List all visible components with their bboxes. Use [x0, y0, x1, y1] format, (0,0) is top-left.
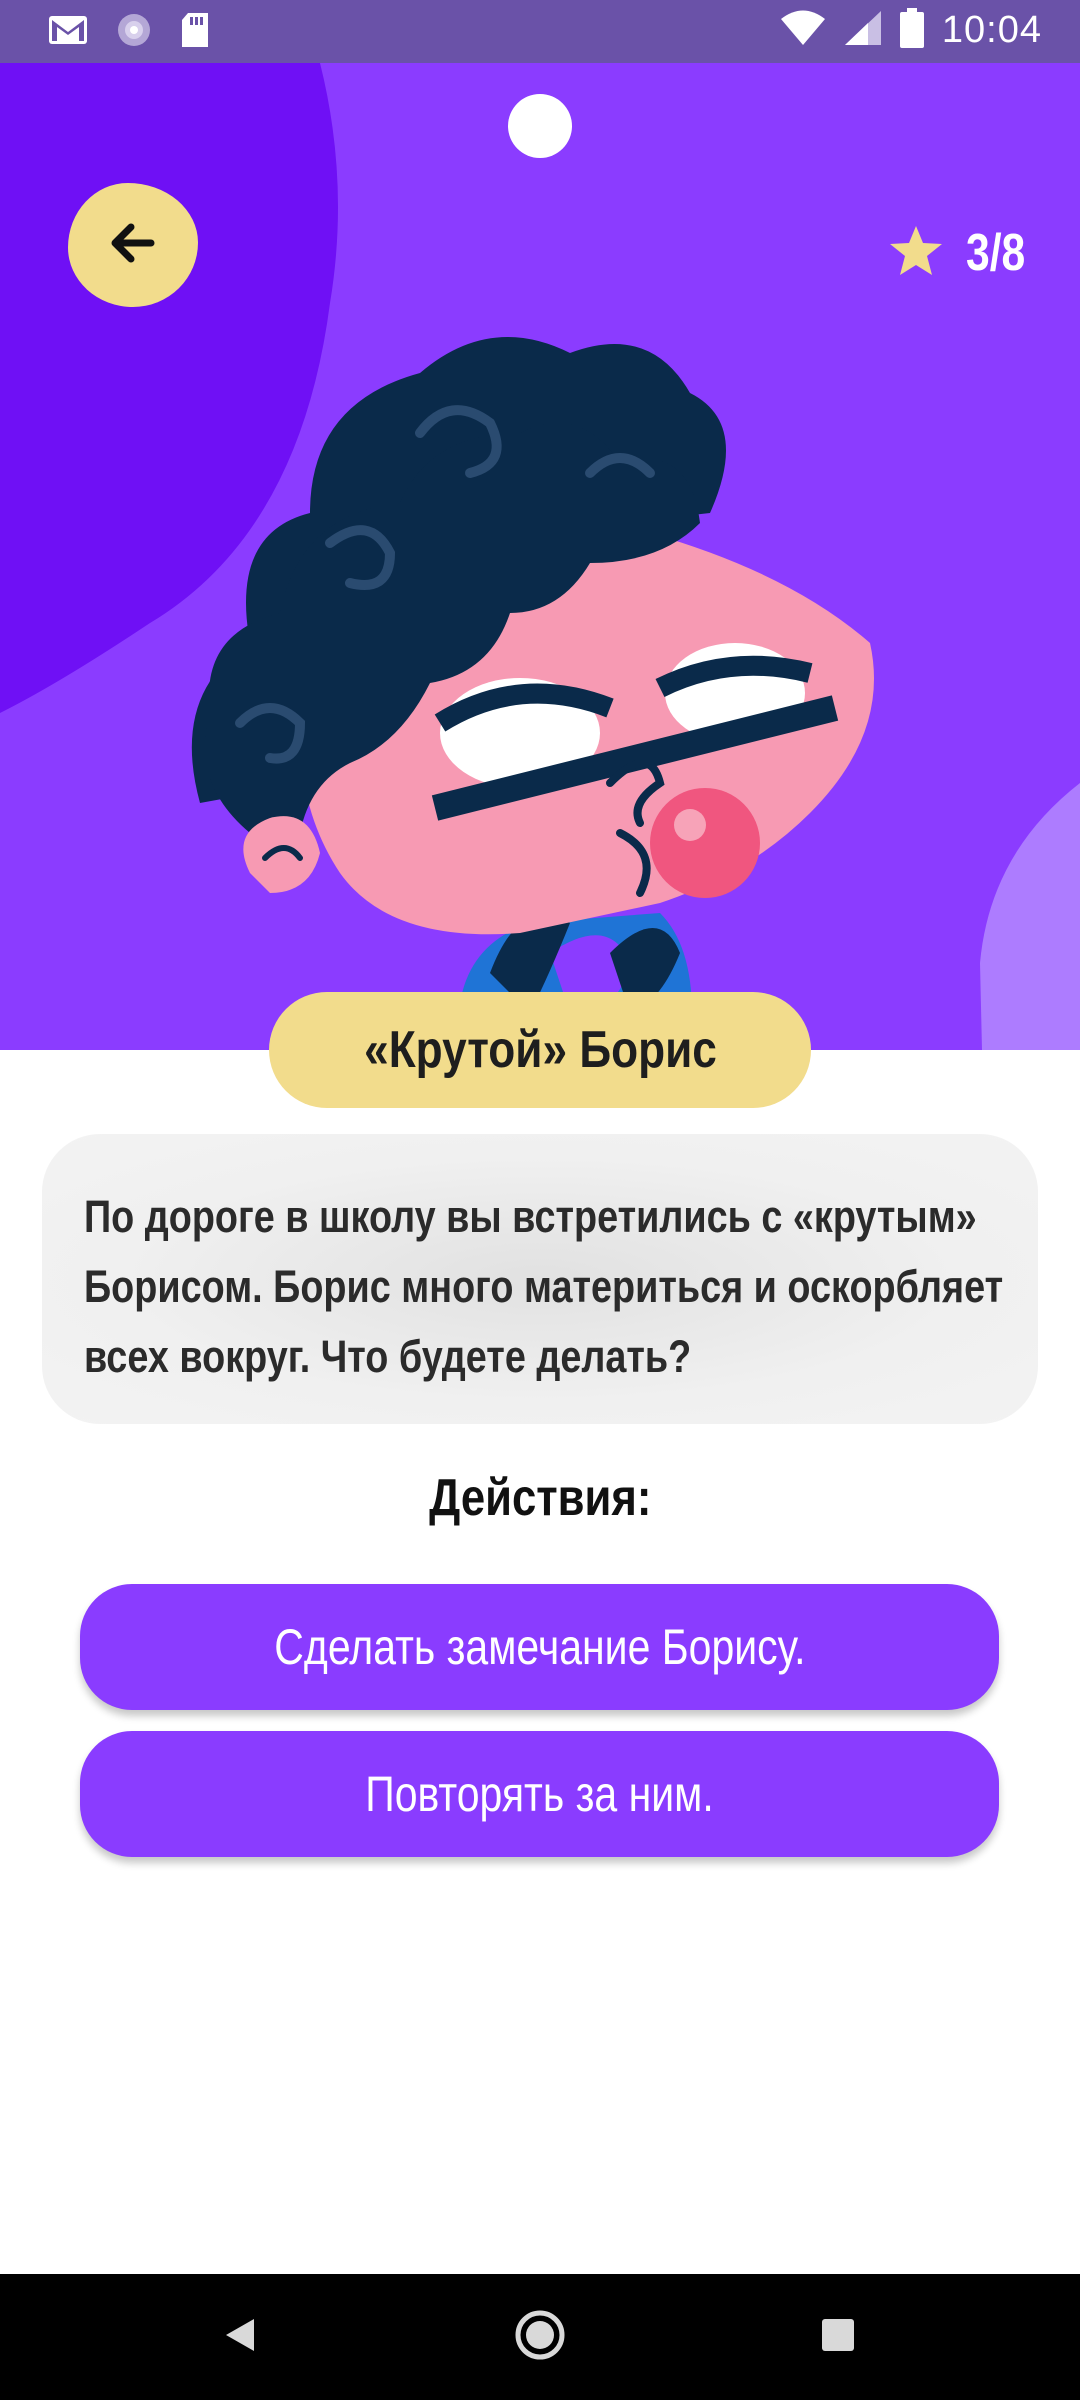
battery-icon	[899, 8, 924, 53]
nav-recents-button[interactable]	[805, 2304, 871, 2370]
status-time: 10:04	[941, 9, 1042, 51]
character-boris-illustration	[191, 337, 874, 1050]
nav-back-button[interactable]	[207, 2304, 273, 2370]
status-bar: 10:04	[0, 0, 1080, 63]
recents-square-icon	[820, 2317, 856, 2358]
action-option-reprimand-button[interactable]: Сделать замечание Борису.	[80, 1584, 999, 1710]
action-option-label: Сделать замечание Борису.	[273, 1619, 806, 1675]
scenario-description: По дороге в школу вы встретились с «крут…	[84, 1191, 1004, 1382]
wifi-icon	[780, 10, 826, 51]
scenario-description-card: По дороге в школу вы встретились с «крут…	[42, 1134, 1038, 1424]
arrow-left-icon	[111, 223, 155, 268]
scenario-title: «Крутой» Борис	[363, 1021, 717, 1079]
sync-icon	[116, 12, 152, 53]
sd-card-icon	[180, 12, 210, 53]
status-right-icons: 10:04	[780, 8, 1042, 53]
back-triangle-icon	[222, 2315, 258, 2360]
action-option-repeat-button[interactable]: Повторять за ним.	[80, 1731, 999, 1857]
home-circle-icon	[514, 2309, 566, 2366]
nav-home-button[interactable]	[507, 2304, 573, 2370]
back-button[interactable]	[68, 183, 198, 307]
camera-cutout	[508, 94, 572, 158]
progress-indicator: 3/8	[888, 223, 1038, 283]
progress-count: 3/8	[965, 224, 1025, 282]
hero-illustration-area: 3/8	[0, 63, 1080, 1050]
system-nav-bar	[0, 2274, 1080, 2400]
star-icon	[888, 224, 944, 283]
status-left-icons	[48, 12, 210, 53]
actions-heading: Действия:	[0, 1468, 1080, 1528]
scenario-title-pill: «Крутой» Борис	[269, 992, 811, 1108]
gmail-icon	[48, 15, 88, 50]
actions-heading-label: Действия:	[428, 1469, 652, 1527]
action-option-label: Повторять за ним.	[365, 1766, 714, 1822]
signal-icon	[844, 10, 882, 51]
